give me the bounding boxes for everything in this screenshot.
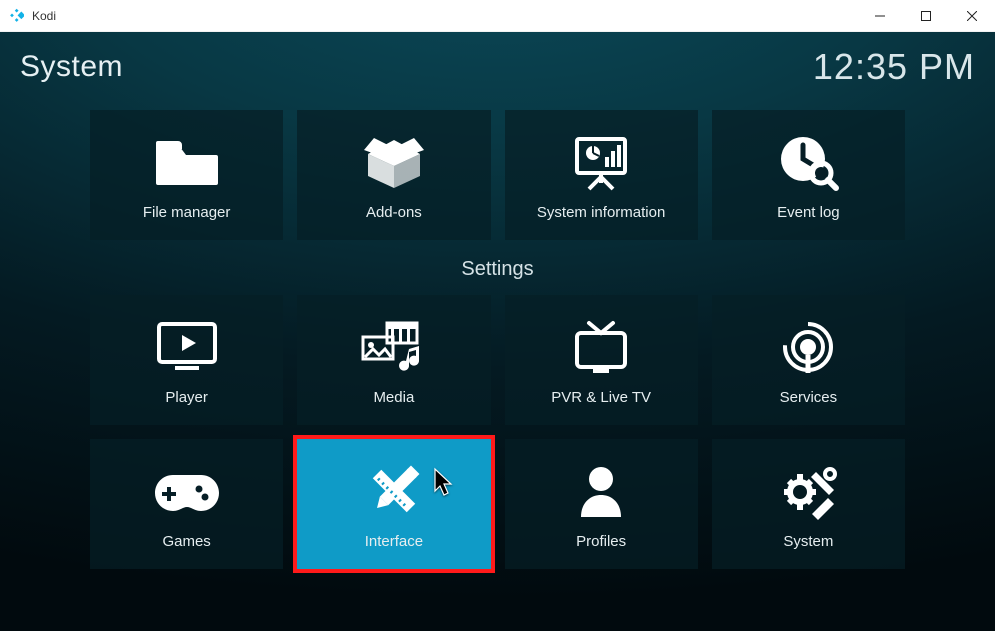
media-icon [361,315,427,379]
user-icon [577,459,625,523]
tile-label: Interface [365,533,423,550]
tile-games[interactable]: Games [90,439,283,569]
tile-file-manager[interactable]: File manager [90,110,283,240]
settings-section-label: Settings [90,258,905,281]
tile-label: Profiles [576,533,626,550]
folder-icon [154,130,220,194]
tile-row-settings-1: Player Media PVR & Live TV Services [90,295,905,425]
tile-label: Games [162,533,210,550]
tile-label: System [783,533,833,550]
tile-pvr-live-tv[interactable]: PVR & Live TV [505,295,698,425]
presentation-chart-icon [571,130,631,194]
tile-label: PVR & Live TV [551,389,651,406]
tile-label: Services [780,389,838,406]
tile-row-top: File manager Add-ons System information … [90,110,905,240]
tile-interface[interactable]: Interface [297,439,490,569]
tile-services[interactable]: Services [712,295,905,425]
tile-label: Add-ons [366,204,422,221]
pencil-ruler-icon [362,459,426,523]
tile-row-settings-2: Games Interface Profiles [90,439,905,569]
window-titlebar: Kodi [0,0,995,32]
page-title: System [20,50,123,84]
gear-tools-icon [778,459,838,523]
window-title: Kodi [32,9,56,23]
tile-system-information[interactable]: System information [505,110,698,240]
tile-label: Event log [777,204,840,221]
tile-event-log[interactable]: Event log [712,110,905,240]
tile-profiles[interactable]: Profiles [505,439,698,569]
tile-system[interactable]: System [712,439,905,569]
header-bar: System 12:35 PM [0,32,995,102]
tile-add-ons[interactable]: Add-ons [297,110,490,240]
window-minimize-button[interactable] [857,0,903,32]
app-content: System 12:35 PM File manager Add-ons [0,32,995,631]
tile-label: File manager [143,204,231,221]
open-box-icon [362,130,426,194]
clock-search-icon [777,130,839,194]
kodi-app-icon [8,8,24,24]
window-maximize-button[interactable] [903,0,949,32]
tile-media[interactable]: Media [297,295,490,425]
tile-label: Player [165,389,208,406]
tile-label: System information [537,204,665,221]
cursor-pointer-icon [433,467,457,502]
broadcast-icon [779,315,837,379]
tile-label: Media [373,389,414,406]
clock: 12:35 PM [813,46,975,88]
tile-player[interactable]: Player [90,295,283,425]
tv-icon [571,315,631,379]
gamepad-icon [153,459,221,523]
monitor-play-icon [155,315,219,379]
window-close-button[interactable] [949,0,995,32]
